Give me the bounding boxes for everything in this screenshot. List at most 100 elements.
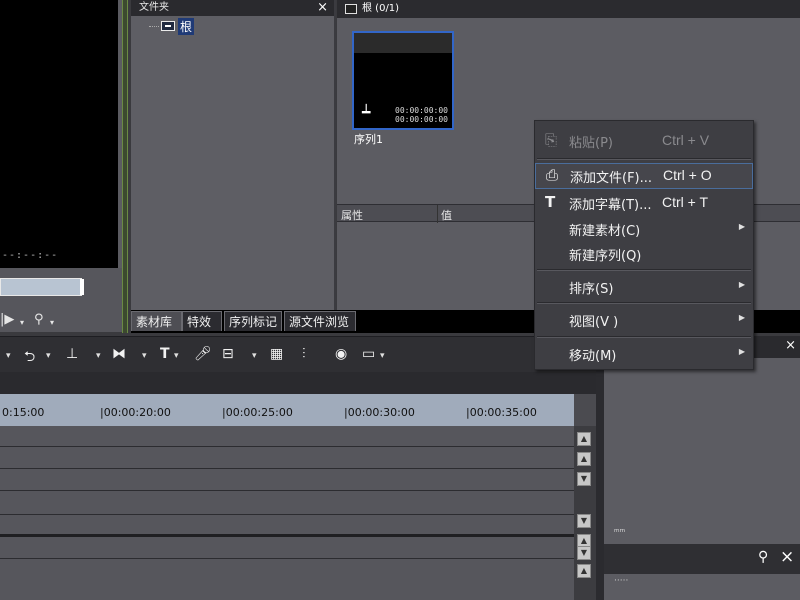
menu-item-add-title[interactable]: T 添加字幕(T)... Ctrl + T [535, 191, 753, 215]
track-divider [0, 558, 574, 559]
chevron-down-icon[interactable]: ▾ [96, 351, 101, 361]
chevron-down-icon[interactable]: ▾ [142, 351, 147, 361]
grid-icon[interactable]: ▦ [270, 346, 283, 362]
track-divider [0, 514, 574, 515]
menu-item-paste[interactable]: ⎘ 粘贴(P) Ctrl + V [535, 129, 753, 153]
clip-timecode-in: 00:00:00:00 [395, 106, 448, 115]
chevron-down-icon[interactable]: ▾ [50, 318, 54, 327]
menu-item-label: 视图(V ) [569, 315, 619, 330]
chevron-down-icon[interactable]: ▾ [20, 318, 24, 327]
menu-separator [537, 302, 751, 304]
menu-item-add-file[interactable]: ⎙ 添加文件(F)... Ctrl + O [535, 163, 753, 189]
title-icon[interactable]: T [160, 346, 170, 362]
panel-splitter[interactable] [596, 336, 604, 600]
menu-item-label: 添加字幕(T)... [569, 198, 652, 213]
paste-icon: ⎘ [545, 131, 558, 149]
right-panel-lower: ····· [604, 574, 800, 600]
scroll-up-icon[interactable]: ▲ [577, 452, 591, 466]
menu-item-label: 粘贴(P) [569, 136, 613, 151]
clip-timecode-out: 00:00:00:00 [395, 115, 448, 124]
scroll-up-icon[interactable]: ▲ [577, 432, 591, 446]
timeline-scrollbar[interactable]: ▲ ▲ ▼ ▼ ▲ ▼ ▲ [574, 426, 596, 600]
panel-splitter[interactable] [122, 0, 128, 333]
mixer-icon[interactable]: ⫶ [302, 346, 306, 362]
menu-item-sort[interactable]: 排序(S) ▶ [535, 275, 753, 299]
close-icon[interactable]: × [780, 547, 794, 567]
play-icon[interactable]: |▶ [0, 312, 14, 327]
track-divider [0, 534, 574, 537]
clip-thumbnail[interactable]: ┷ 00:00:00:00 00:00:00:00 [352, 31, 454, 130]
bin-panel-title: 根 (0/1) [337, 0, 800, 18]
menu-item-new-clip[interactable]: 新建素材(C) ▶ [535, 217, 753, 241]
menu-item-label: 新建素材(C) [569, 224, 641, 239]
add-file-icon: ⎙ [546, 166, 559, 184]
menu-item-new-sequence[interactable]: 新建序列(Q) [535, 242, 753, 266]
close-icon[interactable]: × [317, 0, 328, 16]
ruler-label: 0:15:00 [2, 406, 45, 419]
folder-icon [161, 21, 175, 31]
chevron-down-icon[interactable]: ▾ [6, 351, 11, 361]
clip-name: 序列1 [354, 133, 383, 146]
menu-item-label: 移动(M) [569, 349, 617, 364]
preview-scrub-bar[interactable] [0, 278, 84, 296]
track-divider [0, 446, 574, 447]
ruler-corner [574, 394, 596, 426]
scroll-down-icon[interactable]: ▼ [577, 472, 591, 486]
sequence-icon: ┷ [362, 105, 371, 121]
tab-library[interactable]: 素材库 [131, 311, 182, 331]
microphone-icon[interactable]: 🎤︎ [194, 346, 212, 362]
tree-connector [149, 25, 159, 27]
chevron-down-icon[interactable]: ▾ [46, 351, 51, 361]
scroll-down-icon[interactable]: ▼ [577, 514, 591, 528]
menu-item-view[interactable]: 视图(V ) ▶ [535, 308, 753, 332]
chevron-down-icon[interactable]: ▾ [174, 351, 179, 361]
submenu-arrow-icon: ▶ [738, 222, 745, 231]
ruler-label: |00:00:35:00 [466, 406, 537, 419]
split-icon[interactable]: ⊥ [66, 346, 78, 362]
track-divider [0, 490, 574, 491]
transition-icon[interactable]: ⧓ [112, 346, 126, 362]
right-panel-toolbar: ⚲ × [604, 544, 800, 574]
menu-item-label: 添加文件(F)... [570, 171, 653, 186]
close-icon[interactable]: × [785, 338, 796, 353]
column-header-value[interactable]: 值 [441, 207, 452, 223]
timeline-ruler[interactable]: 0:15:00 |00:00:20:00 |00:00:25:00 |00:00… [0, 394, 574, 426]
ripple-icon[interactable]: ⮌ [24, 346, 35, 370]
pin-icon[interactable]: ⚲ [758, 549, 768, 565]
color-wheel-icon[interactable]: ◉ [335, 346, 347, 362]
tab-sequence-markers[interactable]: 序列标记 [224, 311, 282, 331]
folder-panel: 文件夹 × 根 [131, 0, 336, 310]
ruler-label: |00:00:25:00 [222, 406, 293, 419]
timeline-tracks[interactable] [0, 426, 574, 600]
submenu-arrow-icon: ▶ [738, 313, 745, 322]
submenu-arrow-icon: ▶ [738, 280, 745, 289]
track-divider [0, 468, 574, 469]
menu-item-shortcut: Ctrl + T [662, 194, 709, 210]
chevron-down-icon[interactable]: ▾ [380, 351, 385, 361]
menu-item-move[interactable]: 移动(M) ▶ [535, 342, 753, 366]
column-divider[interactable] [437, 205, 438, 223]
tree-item-root[interactable]: 根 [149, 17, 195, 35]
menu-item-shortcut: Ctrl + O [663, 167, 712, 183]
marker-icon[interactable]: ⚲ [34, 312, 44, 327]
column-header-property[interactable]: 属性 [341, 207, 363, 223]
resize-grip-icon[interactable]: ᵐᵐ [614, 528, 625, 538]
title-icon: T [545, 193, 556, 211]
scroll-down-icon[interactable]: ▼ [577, 546, 591, 560]
timeline-toolbar: ▾ ⮌ ▾ ⊥ ▾ ⧓ ▾ T ▾ 🎤︎ ⊟ ▾ ▦ ⫶ ◉ ▭ ▾ [0, 336, 596, 373]
submenu-arrow-icon: ▶ [738, 347, 745, 356]
preview-timecode: --:--:-- [2, 250, 59, 261]
chevron-down-icon[interactable]: ▾ [252, 351, 257, 361]
resize-grip-icon[interactable]: ····· [614, 576, 628, 586]
menu-item-shortcut: Ctrl + V [662, 132, 710, 148]
layout-icon[interactable]: ▭ [362, 346, 375, 362]
preview-monitor [0, 0, 118, 268]
scroll-up-icon[interactable]: ▲ [577, 564, 591, 578]
menu-item-label: 排序(S) [569, 282, 614, 297]
menu-item-label: 新建序列(Q) [569, 249, 642, 264]
scrub-handle[interactable] [80, 279, 84, 295]
tree-item-label: 根 [178, 17, 195, 35]
tab-source-browser[interactable]: 源文件浏览 [284, 311, 356, 331]
export-icon[interactable]: ⊟ [222, 346, 234, 362]
tab-effects[interactable]: 特效 [182, 311, 222, 331]
